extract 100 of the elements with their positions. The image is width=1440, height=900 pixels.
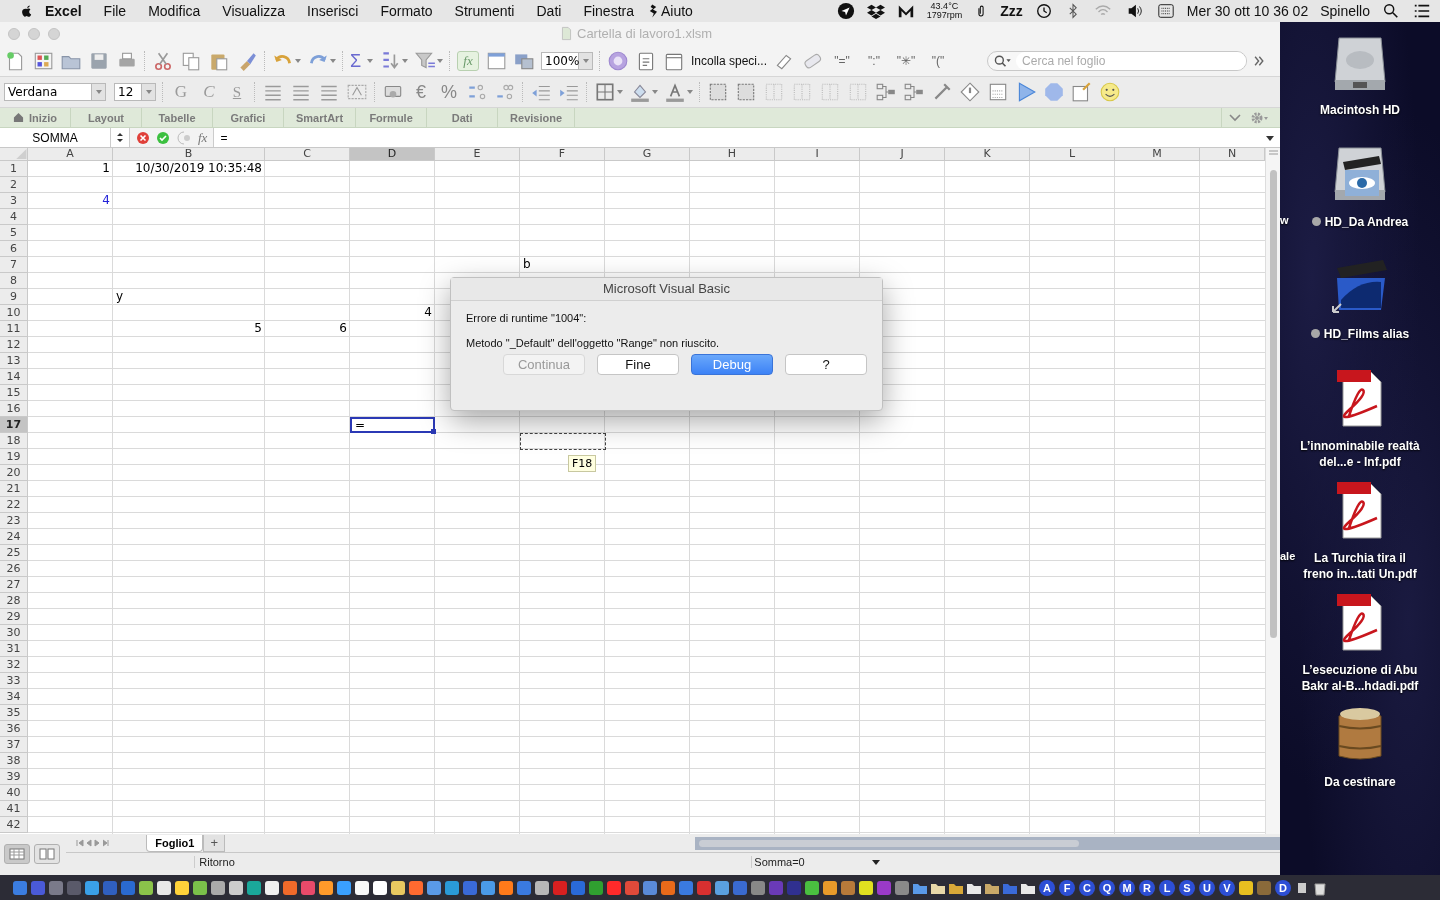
menu-item[interactable]: Dati — [525, 3, 573, 19]
column-header[interactable]: N — [1200, 148, 1265, 161]
name-box[interactable]: SOMMA — [0, 128, 111, 147]
menu-clock[interactable]: Mer 30 ott 10 36 02 — [1186, 3, 1309, 19]
menu-item[interactable]: Strumenti — [443, 3, 526, 19]
font-size-field[interactable]: 12 — [114, 83, 142, 101]
dock-letter-icon[interactable]: R — [1139, 879, 1155, 896]
row-header[interactable]: 33 — [0, 673, 28, 689]
row-header[interactable]: 24 — [0, 529, 28, 545]
dock-letter-icon[interactable]: D — [1275, 879, 1291, 896]
menu-item[interactable]: Finestra — [572, 3, 645, 19]
add-sheet-button[interactable]: + — [203, 834, 225, 852]
row-header[interactable]: 15 — [0, 385, 28, 401]
font-field[interactable]: Verdana — [4, 83, 92, 101]
row-header[interactable]: 27 — [0, 577, 28, 593]
row-header[interactable]: 34 — [0, 689, 28, 705]
dock-letter-icon[interactable]: C — [1079, 879, 1095, 896]
row-header[interactable]: 37 — [0, 737, 28, 753]
row-header[interactable]: 16 — [0, 401, 28, 417]
row-header[interactable]: 7 — [0, 257, 28, 273]
row-header[interactable]: 11 — [0, 321, 28, 337]
row-header[interactable]: 12 — [0, 337, 28, 353]
row-header[interactable]: 18 — [0, 433, 28, 449]
insert-function-button[interactable]: fx — [198, 129, 208, 146]
column-header[interactable]: L — [1030, 148, 1115, 161]
row-header[interactable]: 8 — [0, 273, 28, 289]
quote-button[interactable]: ":" — [861, 54, 888, 68]
column-header[interactable]: D — [350, 148, 435, 161]
sum-selector[interactable]: Somma=0 — [751, 856, 887, 868]
row-header[interactable]: 41 — [0, 801, 28, 817]
dock-letter-icon[interactable]: L — [1159, 879, 1175, 896]
column-header[interactable]: J — [860, 148, 945, 161]
sheet-tab[interactable]: Foglio1 — [146, 834, 204, 852]
row-header[interactable]: 42 — [0, 817, 28, 833]
row-header[interactable]: 6 — [0, 241, 28, 257]
column-header[interactable]: K — [945, 148, 1030, 161]
menu-item[interactable]: Aiuto — [660, 3, 704, 19]
row-header[interactable]: 23 — [0, 513, 28, 529]
dock-letter-icon[interactable]: A — [1039, 879, 1055, 896]
row-header[interactable]: 30 — [0, 625, 28, 641]
menu-item[interactable]: Inserisci — [296, 3, 370, 19]
row-header[interactable]: 40 — [0, 785, 28, 801]
row-header[interactable]: 38 — [0, 753, 28, 769]
menu-item[interactable]: Formato — [369, 3, 444, 19]
column-header[interactable]: E — [435, 148, 520, 161]
column-header[interactable]: F — [520, 148, 605, 161]
row-header[interactable]: 19 — [0, 449, 28, 465]
column-header[interactable]: B — [113, 148, 265, 161]
column-header[interactable]: G — [605, 148, 690, 161]
row-header[interactable]: 35 — [0, 705, 28, 721]
column-header[interactable]: A — [28, 148, 113, 161]
row-header[interactable]: 39 — [0, 769, 28, 785]
column-header[interactable]: M — [1115, 148, 1200, 161]
row-header[interactable]: 17 — [0, 417, 28, 433]
fan-reading: 1797rpm — [926, 11, 963, 20]
dock-letter-icon[interactable]: F — [1059, 879, 1075, 896]
menu-item[interactable]: File — [92, 3, 138, 19]
zoom-field[interactable]: 100% — [541, 52, 579, 70]
quote-button[interactable]: "=" — [829, 54, 856, 68]
row-header[interactable]: 32 — [0, 657, 28, 673]
row-header[interactable]: 4 — [0, 209, 28, 225]
row-header[interactable]: 3 — [0, 193, 28, 209]
autosum-button[interactable]: Σ — [350, 50, 366, 72]
quote-button[interactable]: "✳" — [893, 54, 920, 68]
menu-item[interactable]: Visualizza — [211, 3, 297, 19]
dock-letter-icon[interactable]: M — [1119, 879, 1135, 896]
row-header[interactable]: 28 — [0, 593, 28, 609]
row-header[interactable]: 13 — [0, 353, 28, 369]
row-header[interactable]: 10 — [0, 305, 28, 321]
column-header[interactable]: I — [775, 148, 860, 161]
dialog-button[interactable]: ? — [785, 354, 867, 375]
dock-letter-icon[interactable]: Q — [1099, 879, 1115, 896]
row-header[interactable]: 26 — [0, 561, 28, 577]
menu-item[interactable]: Modifica — [137, 3, 212, 19]
app-menu[interactable]: Excel — [34, 3, 93, 19]
row-header[interactable]: 22 — [0, 497, 28, 513]
row-header[interactable]: 14 — [0, 369, 28, 385]
active-cell[interactable]: = — [350, 417, 435, 433]
row-header[interactable]: 21 — [0, 481, 28, 497]
formula-field[interactable]: = — [214, 130, 1266, 145]
row-header[interactable]: 5 — [0, 225, 28, 241]
row-header[interactable]: 9 — [0, 289, 28, 305]
paste-special-button[interactable]: Incolla speci... — [691, 54, 768, 68]
row-header[interactable]: 20 — [0, 465, 28, 481]
dock-letter-icon[interactable]: V — [1219, 879, 1235, 896]
dock-letter-icon[interactable]: U — [1199, 879, 1215, 896]
row-header[interactable]: 2 — [0, 177, 28, 193]
dock-letter-icon[interactable]: S — [1179, 879, 1195, 896]
row-header[interactable]: 1 — [0, 161, 28, 177]
quote-button[interactable]: "(" — [925, 54, 952, 68]
row-header[interactable]: 25 — [0, 545, 28, 561]
column-header[interactable]: C — [265, 148, 350, 161]
column-header[interactable]: H — [690, 148, 775, 161]
sleep-menu[interactable]: Zzz — [1000, 3, 1023, 19]
row-header[interactable]: 36 — [0, 721, 28, 737]
search-field[interactable]: Cerca nel foglio — [987, 51, 1248, 71]
row-header[interactable]: 29 — [0, 609, 28, 625]
row-header[interactable]: 31 — [0, 641, 28, 657]
dialog-button[interactable]: Fine — [597, 354, 679, 375]
user-name[interactable]: Spinello — [1320, 3, 1370, 19]
